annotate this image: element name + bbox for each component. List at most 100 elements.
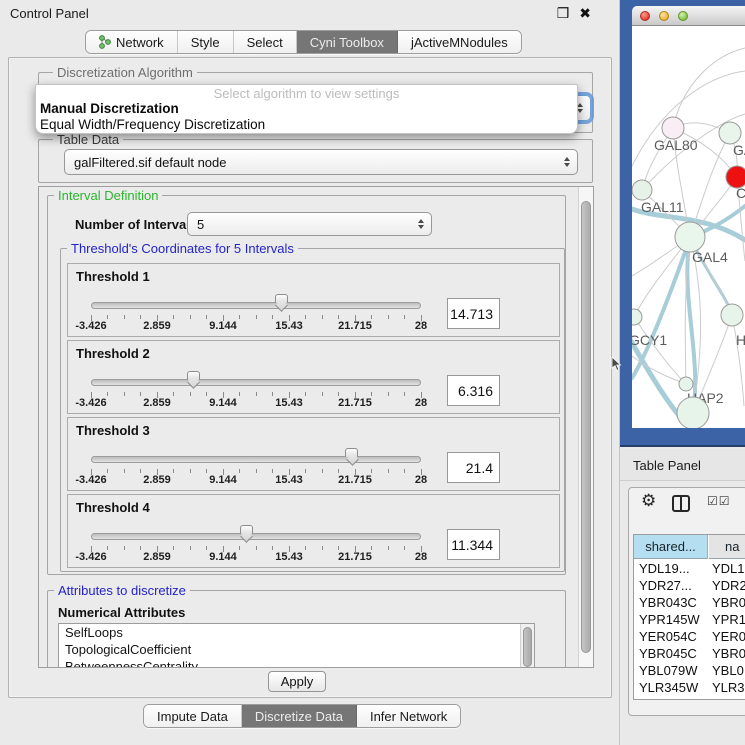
slider-tick [190,315,191,319]
tab-select[interactable]: Select [234,31,297,53]
threshold-panel-2: Threshold 2-3.4262.8599.14415.4321.71528… [67,340,560,414]
attribute-item-selfloops[interactable]: SelfLoops [59,624,534,641]
threshold-panel-3: Threshold 3-3.4262.8599.14415.4321.71528… [67,417,560,491]
mac-zoom-icon[interactable] [678,11,688,21]
threshold-value-box[interactable]: 14.713 [447,298,500,329]
network-canvas[interactable]: GAL80GACGAL11GAL4GCY1HHAP2 [632,26,745,428]
table-row[interactable]: YBR043CYBR0 [634,594,745,611]
table-cell-name: YBR0 [712,594,745,611]
slider-tick [404,315,405,319]
tab-impute-data[interactable]: Impute Data [144,705,242,727]
slider-tick [322,392,323,396]
threshold-panel-1: Threshold 1-3.4262.8599.14415.4321.71528… [67,263,560,337]
slider-tick [404,469,405,473]
attributes-list-scrollbar-thumb[interactable] [523,627,532,667]
cyni-bottom-tabbar: Impute DataDiscretize Data Infer Network [143,704,461,728]
network-node-h[interactable] [721,304,743,326]
numerical-attributes-list[interactable]: SelfLoopsTopologicalCoefficientBetweenne… [58,623,535,668]
network-node[interactable] [677,397,709,428]
slider-tick [305,315,306,319]
numerical-attributes-label: Numerical Attributes [58,605,185,620]
slider-tick [173,546,174,550]
table-row[interactable]: YER054CYER0 [634,628,745,645]
slider-tick [173,392,174,396]
table-row[interactable]: YBL079WYBL0 [634,662,745,679]
settings-scrollbar-thumb[interactable] [581,201,591,653]
threshold-slider-thumb[interactable] [275,294,288,303]
slider-tick [305,546,306,550]
attributes-group: Attributes to discretize Numerical Attri… [47,590,566,668]
network-node-gal80[interactable] [662,117,684,139]
tab-infer-network[interactable]: Infer Network [357,705,460,727]
table-row[interactable]: YPR145WYPR1 [634,611,745,628]
tab-label: Cyni Toolbox [310,35,384,50]
attribute-item-betweennesscentrality[interactable]: BetweennessCentrality [59,658,534,668]
network-node-gcy1[interactable] [632,309,642,325]
select-columns-icon[interactable]: ☑☑ [707,494,731,508]
threshold-value-box[interactable]: 11.344 [447,529,500,560]
mac-close-icon[interactable] [640,11,650,21]
slider-tick [272,469,273,473]
table-row[interactable]: YIL053CYIL0 [634,696,745,699]
slider-tick [206,392,207,396]
tab-label: Infer Network [370,709,447,724]
table-row[interactable]: YDL19...YDL1 [634,560,745,577]
network-graph: GAL80GACGAL11GAL4GCY1HHAP2 [632,26,745,428]
tab-network[interactable]: Network [86,31,178,53]
control-panel-tabbar: NetworkStyleSelect Cyni Toolbox jActiveMNo… [85,30,522,54]
settings-scrollbar[interactable] [578,187,593,667]
threshold-slider-thumb[interactable] [240,525,253,534]
slider-tick [338,315,339,319]
table-row[interactable]: YDR27...YDR2 [634,577,745,594]
slider-tick-label: 2.859 [127,397,187,409]
algorithm-option-equal-width-frequency-discretization[interactable]: Equal Width/Frequency Discretization [40,117,573,133]
network-node-label: GA [733,142,745,158]
algorithm-option-manual-discretization[interactable]: Manual Discretization [40,101,573,117]
close-icon[interactable]: ✖ [579,5,591,22]
network-node-ga[interactable] [719,122,741,144]
float-icon[interactable]: ❒ [557,5,570,22]
threshold-slider-thumb[interactable] [187,371,200,380]
slider-tick [173,469,174,473]
slider-tick-label: 9.144 [193,474,253,486]
threshold-value-box[interactable]: 6.316 [447,375,500,406]
tab-jactivemnodules[interactable]: jActiveMNodules [398,31,521,53]
network-node-gal4[interactable] [675,222,705,252]
tab-cyni-toolbox[interactable]: Cyni Toolbox [297,31,398,53]
slider-tick [140,315,141,319]
tab-style[interactable]: Style [178,31,234,53]
thresholds-group-label: Threshold's Coordinates for 5 Intervals [67,241,298,256]
threshold-slider-track[interactable] [91,456,421,463]
table-column-header[interactable]: shared... [634,535,708,559]
threshold-value-box[interactable]: 21.4 [447,452,500,483]
table-row[interactable]: YBR045CYBR0 [634,645,745,662]
threshold-slider-track[interactable] [91,533,421,540]
attributes-list-scrollbar[interactable] [520,624,534,668]
table-column-header[interactable]: na [709,535,745,559]
network-icon [99,35,111,49]
table-row[interactable]: YLR345WYLR3 [634,679,745,696]
column-layout-icon[interactable] [672,495,690,512]
threshold-slider-thumb[interactable] [345,448,358,457]
slider-tick [388,392,389,396]
threshold-slider-track[interactable] [91,379,421,386]
attributes-group-label: Attributes to discretize [54,583,190,598]
table-cell-name: YDL1 [712,560,745,577]
algorithm-dropdown-popup: Select algorithm to view settings Manual… [35,84,578,134]
slider-tick [239,469,240,473]
network-node-label: GCY1 [632,332,667,348]
network-window-titlebar[interactable] [632,6,745,26]
tab-discretize-data[interactable]: Discretize Data [242,705,357,727]
table-data-combobox[interactable]: galFiltered.sif default node [64,149,578,175]
slider-tick [140,392,141,396]
threshold-slider-track[interactable] [91,302,421,309]
slider-tick [239,546,240,550]
apply-button[interactable]: Apply [268,671,326,692]
network-view-window: GAL80GACGAL11GAL4GCY1HHAP2 [620,0,745,447]
network-node-hap2[interactable] [679,377,693,391]
gear-icon[interactable]: ⚙ [641,491,656,511]
network-node-gal11[interactable] [632,180,652,200]
number-of-intervals-combobox[interactable]: 5 [187,212,432,236]
mac-minimize-icon[interactable] [659,11,669,21]
attribute-item-topologicalcoefficient[interactable]: TopologicalCoefficient [59,641,534,658]
